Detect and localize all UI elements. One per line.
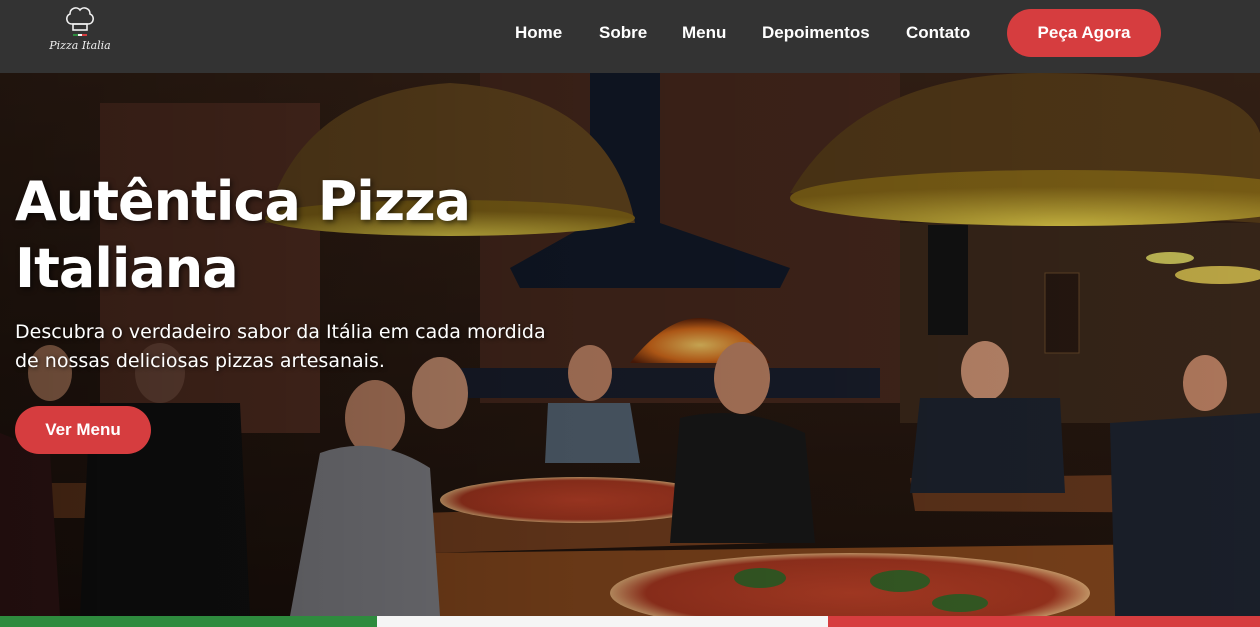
nav-sobre[interactable]: Sobre [599, 23, 647, 43]
flag-stripe-green [0, 616, 377, 627]
italian-flag-stripe [0, 616, 1260, 627]
hero-subtitle: Descubra o verdadeiro sabor da Itália em… [15, 321, 546, 372]
hero-title: Autêntica Pizza Italiana [15, 170, 471, 300]
chef-hat-icon [66, 7, 94, 36]
order-now-button[interactable]: Peça Agora [1007, 9, 1161, 57]
navbar: Pizza Italia Home Sobre Menu Depoimentos… [0, 0, 1260, 73]
logo-text: Pizza Italia [49, 39, 111, 52]
nav-depoimentos[interactable]: Depoimentos [762, 23, 870, 43]
nav-home[interactable]: Home [515, 23, 562, 43]
nav-menu[interactable]: Menu [682, 23, 726, 43]
logo[interactable]: Pizza Italia [48, 2, 112, 56]
hero-section: Autêntica Pizza Italiana Descubra o verd… [0, 73, 1260, 616]
view-menu-button[interactable]: Ver Menu [15, 406, 151, 454]
flag-stripe-red [828, 616, 1260, 627]
nav-contato[interactable]: Contato [906, 23, 970, 43]
flag-stripe-white [377, 616, 828, 627]
